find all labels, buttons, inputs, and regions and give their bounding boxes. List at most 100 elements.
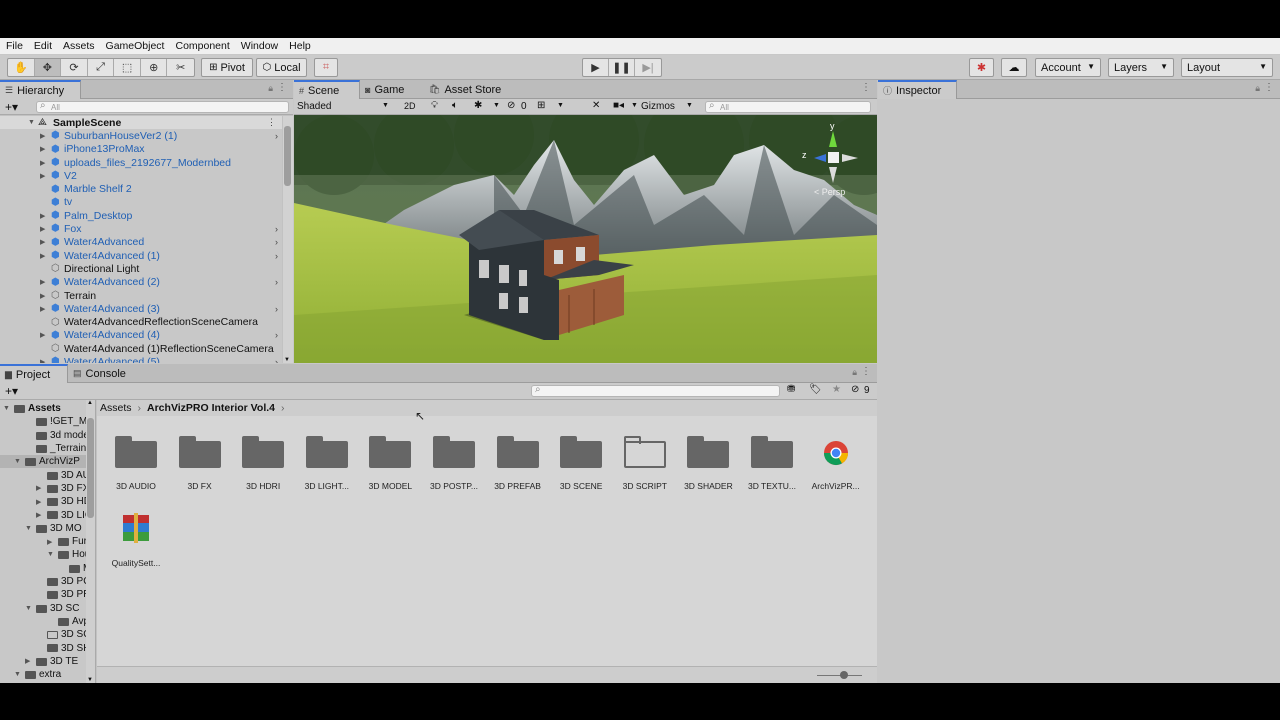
tool-button[interactable]: ⊕ (141, 59, 168, 76)
chevron-right-icon[interactable]: › (275, 330, 278, 340)
expand-triangle-icon[interactable]: ▼ (25, 525, 32, 532)
hidden-packages-icon[interactable]: ⊘ (851, 384, 859, 395)
expand-triangle-icon[interactable]: ▶ (40, 145, 45, 153)
project-tree-row[interactable]: ▼ 3D MO (0, 522, 86, 535)
hierarchy-row[interactable]: ⬢ tv (0, 196, 282, 209)
project-tree-row[interactable]: 3D SC (0, 628, 86, 641)
lock-icon[interactable]: 🔒︎ (1255, 83, 1260, 94)
expand-triangle-icon[interactable]: ▶ (25, 657, 30, 665)
scene-row[interactable]: ▼ ⟁ SampleScene ⋮ (0, 116, 282, 130)
expand-triangle-icon[interactable]: ▶ (40, 238, 45, 246)
expand-triangle-icon[interactable]: ▶ (36, 511, 41, 519)
scroll-up-icon[interactable]: ▲ (87, 400, 93, 406)
hierarchy-scrollbar[interactable]: ▼ (283, 116, 293, 363)
chevron-right-icon[interactable]: › (275, 131, 278, 141)
tool-button[interactable]: ✂ (167, 59, 194, 76)
more-options-icon[interactable]: ⋮ (1264, 82, 1274, 93)
hierarchy-row[interactable]: ⬡ Directional Light (0, 262, 282, 275)
more-options-icon[interactable]: ⋮ (267, 117, 276, 128)
expand-triangle-icon[interactable]: ▶ (36, 484, 41, 492)
project-tree-row[interactable]: 3D AU (0, 469, 86, 482)
menu-item-help[interactable]: Help (289, 40, 311, 52)
expand-triangle-icon[interactable]: ▶ (40, 159, 45, 167)
menu-item-file[interactable]: File (6, 40, 23, 52)
hierarchy-row[interactable]: ▶ ⬢ Water4Advanced › (0, 236, 282, 249)
tool-button[interactable]: ✥ (34, 59, 62, 76)
account-dropdown[interactable]: Account ▼ (1035, 58, 1101, 77)
search-by-type-icon[interactable]: ⛃ (787, 384, 795, 395)
expand-triangle-icon[interactable]: ▶ (40, 132, 45, 140)
scrollbar-thumb[interactable] (284, 126, 291, 186)
grid-toggle-icon[interactable]: ⊞ (537, 100, 545, 111)
expand-triangle-icon[interactable]: ▶ (40, 212, 45, 220)
expand-triangle-icon[interactable]: ▼ (3, 405, 10, 412)
menu-item-assets[interactable]: Assets (63, 40, 95, 52)
local-button[interactable]: ⬡ Local (256, 58, 307, 77)
more-options-icon[interactable]: ⋮ (861, 82, 871, 93)
project-tree-row[interactable]: !GET_MO (0, 415, 86, 428)
layers-dropdown[interactable]: Layers ▼ (1108, 58, 1174, 77)
expand-triangle-icon[interactable]: ▶ (40, 292, 45, 300)
chevron-right-icon[interactable]: › (275, 304, 278, 314)
add-icon[interactable]: +▾ (5, 384, 18, 398)
hierarchy-row[interactable]: ▶ ⬢ Water4Advanced (1) › (0, 249, 282, 262)
tool-button[interactable]: ⬚ (114, 59, 141, 76)
snap-button[interactable]: ⌗ (314, 58, 338, 77)
expand-triangle-icon[interactable]: ▶ (47, 538, 52, 546)
scrollbar-thumb[interactable] (87, 418, 94, 518)
expand-triangle-icon[interactable]: ▼ (14, 671, 21, 678)
expand-triangle-icon[interactable]: ▼ (14, 458, 21, 465)
menu-item-component[interactable]: Component (175, 40, 229, 52)
audio-icon[interactable]: 🔈︎ (452, 100, 458, 111)
camera-icon[interactable]: ■◂ (613, 100, 624, 111)
tab-console[interactable]: ▤ Console (68, 364, 138, 383)
expand-triangle-icon[interactable]: ▼ (25, 605, 32, 612)
project-tree-row[interactable]: ▼ extra (0, 668, 86, 681)
expand-triangle-icon[interactable]: ▶ (40, 278, 45, 286)
chevron-right-icon[interactable]: › (275, 277, 278, 287)
tree-scrollbar[interactable]: ▲ ▼ (86, 400, 96, 683)
scene-gizmo[interactable]: y z < Persp (802, 121, 862, 197)
breadcrumb-root[interactable]: Assets (100, 402, 132, 414)
play-button[interactable]: ▶ (583, 59, 609, 76)
perspective-label[interactable]: < Persp (814, 187, 845, 197)
chevron-right-icon[interactable]: › (275, 224, 278, 234)
2d-toggle[interactable]: 2D (404, 101, 416, 111)
more-options-icon[interactable]: ⋮ (277, 82, 287, 93)
collab-button[interactable]: ✱ (969, 58, 994, 77)
tool-button[interactable]: ⤢ (88, 59, 115, 76)
tab-inspector[interactable]: ⓘ Inspector (878, 80, 957, 99)
project-tree-row[interactable]: ▼ Hous (0, 548, 86, 561)
gizmos-dropdown[interactable]: Gizmos (641, 101, 675, 112)
expand-triangle-icon[interactable]: ▶ (40, 305, 45, 313)
project-tree-row[interactable]: _TerrainA (0, 442, 86, 455)
expand-triangle-icon[interactable]: ▶ (40, 225, 45, 233)
asset-item[interactable]: QualitySett... (99, 511, 173, 573)
slider-knob[interactable] (840, 671, 848, 679)
scroll-down-icon[interactable]: ▼ (87, 677, 93, 683)
tab-asset-store[interactable]: 🛍︎ Asset Store (424, 80, 514, 99)
shading-mode-dropdown[interactable]: Shaded (297, 101, 331, 112)
project-tree-row[interactable]: ▶ Furn (0, 535, 86, 548)
expand-triangle-icon[interactable]: ▶ (40, 331, 45, 339)
scene-viewport[interactable]: y z < Persp (294, 115, 877, 363)
pause-button[interactable]: ❚❚ (609, 59, 635, 76)
add-icon[interactable]: +▾ (5, 100, 18, 114)
menu-item-edit[interactable]: Edit (34, 40, 52, 52)
hierarchy-row[interactable]: ▶ ⬢ Palm_Desktop (0, 209, 282, 222)
tools-icon[interactable]: ✕ (592, 100, 600, 111)
hierarchy-search-input[interactable]: All (36, 100, 289, 113)
hierarchy-row[interactable]: ▶ ⬢ Water4Advanced (5) › (0, 355, 282, 363)
layout-dropdown[interactable]: Layout ▼ (1181, 58, 1273, 77)
project-tree-row[interactable]: 3D SH (0, 641, 86, 654)
favorite-star-icon[interactable]: ★ (832, 384, 841, 395)
expand-triangle-icon[interactable]: ▶ (40, 252, 45, 260)
effects-icon[interactable]: ✱ (474, 100, 482, 111)
step-button[interactable]: ▶| (635, 59, 661, 76)
lighting-icon[interactable]: 💡︎ (431, 100, 438, 111)
project-tree-row[interactable]: 3D PR (0, 588, 86, 601)
expand-triangle-icon[interactable]: ▶ (40, 172, 45, 180)
hierarchy-row[interactable]: ⬡ Water4Advanced (1)ReflectionSceneCamera (0, 342, 282, 355)
project-tree-row[interactable]: ▶ 3D FX (0, 482, 86, 495)
scroll-down-icon[interactable]: ▼ (284, 357, 290, 363)
